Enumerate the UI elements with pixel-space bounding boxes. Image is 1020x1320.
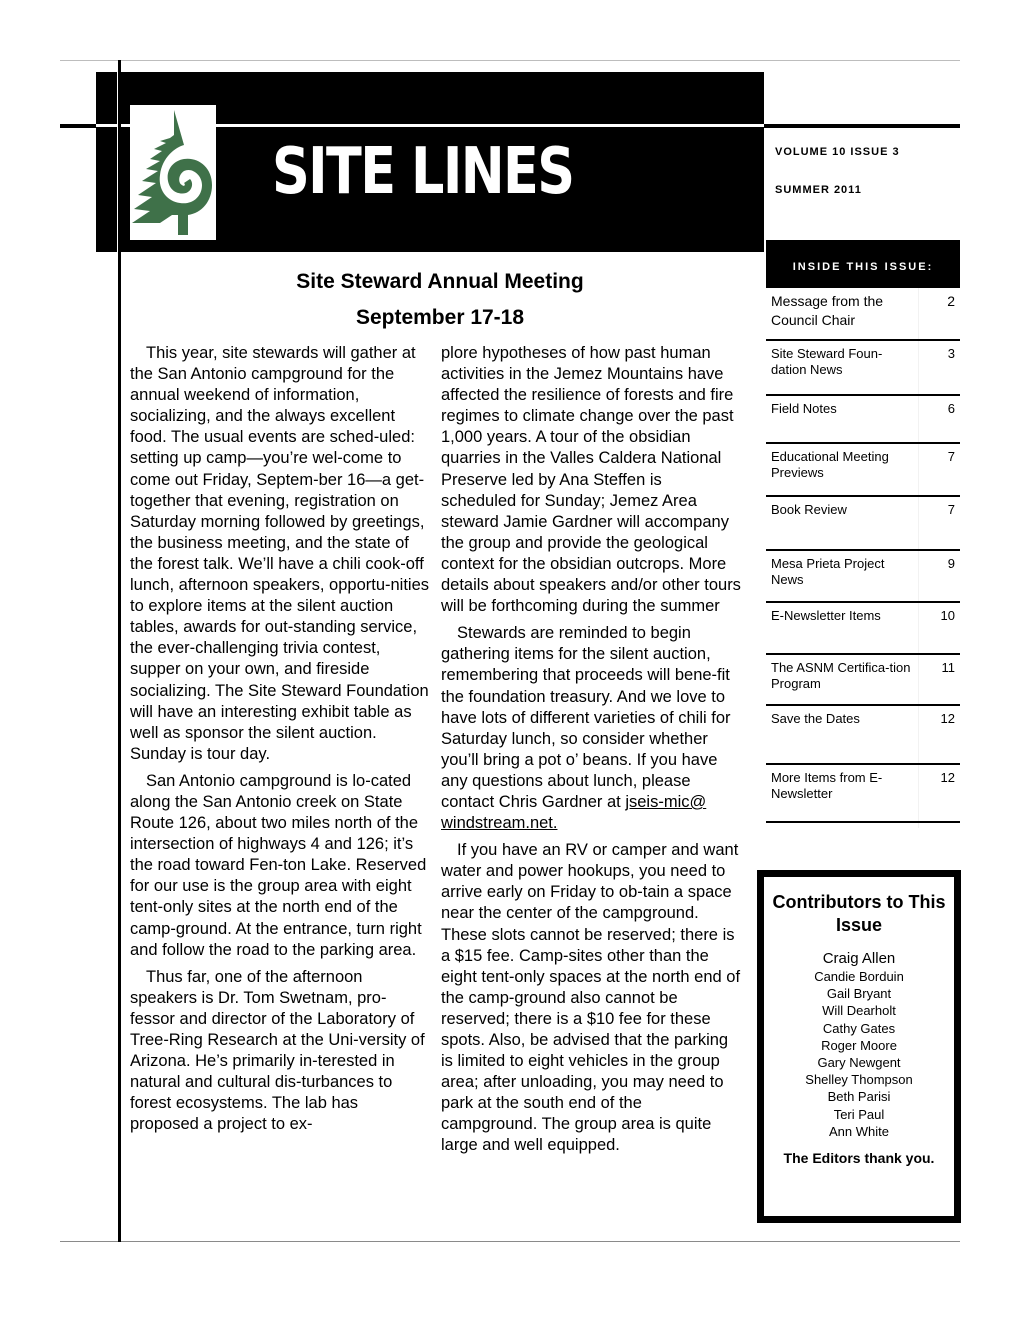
inside-this-issue-header: INSIDE THIS ISSUE:: [766, 240, 960, 288]
paragraph: plore hypotheses of how past human activ…: [441, 344, 741, 616]
toc-item-label: E-Newsletter Items: [771, 608, 881, 623]
contributor-name: Craig Allen: [822, 950, 896, 967]
editors-thanks: The Editors thank you.: [783, 1150, 935, 1167]
contributors-box: Contributors to This Issue Craig Allen C…: [757, 870, 961, 1223]
toc-item-page: 12: [940, 711, 955, 726]
issue-season: SUMMER 2011: [775, 184, 862, 196]
paragraph: San Antonio campground is lo-cated along…: [130, 771, 427, 959]
paragraph-text: Stewards are reminded to begin gathering…: [441, 624, 731, 811]
top-rule: [60, 60, 960, 61]
left-margin-rule: [118, 60, 121, 1242]
right-accent-rule: [764, 124, 960, 128]
toc-item-page: 6: [947, 401, 955, 416]
newsletter-title: SITE LINES: [272, 135, 575, 209]
contributor-name: Shelley Thompson: [805, 1072, 913, 1088]
paragraph: Stewards are reminded to begin gathering…: [441, 623, 741, 834]
contributor-name: Beth Parisi: [827, 1089, 891, 1105]
toc-item-label: Mesa Prieta Project News: [771, 556, 885, 587]
toc-item[interactable]: Mesa Prieta Project News 9: [766, 551, 960, 603]
contributors-list: Craig Allen Candie Borduin Gail Bryant W…: [764, 949, 954, 1140]
paragraph: This year, site stewards will gather at …: [130, 344, 430, 763]
paragraph: Thus far, one of the afternoon speakers …: [130, 967, 425, 1134]
paragraph: If you have an RV or camper and want wat…: [441, 841, 741, 1155]
toc-item-label: Book Review: [771, 502, 847, 517]
toc-item[interactable]: Message from the Council Chair 2: [766, 288, 960, 341]
toc-item-label: More Items from E-Newsletter: [771, 770, 883, 801]
toc-item-page: 9: [947, 556, 955, 571]
toc-item[interactable]: Site Steward Foun-dation News 3: [766, 341, 960, 396]
toc-item[interactable]: E-Newsletter Items 10: [766, 603, 960, 655]
contributor-name: Gail Bryant: [826, 986, 892, 1002]
contributor-name: Candie Borduin: [814, 969, 904, 984]
left-accent-rule: [60, 124, 96, 128]
toc-item[interactable]: The ASNM Certifica-tion Program 11: [766, 655, 960, 706]
volume-issue: VOLUME 10 ISSUE 3: [775, 146, 900, 158]
toc-item[interactable]: Educational Meeting Previews 7: [766, 444, 960, 497]
table-of-contents: Message from the Council Chair 2 Site St…: [766, 288, 960, 828]
toc-item-label: Site Steward Foun-dation News: [771, 346, 883, 377]
toc-item-label: The ASNM Certifica-tion Program: [771, 660, 911, 691]
contributors-title: Contributors to This Issue: [772, 892, 946, 935]
toc-item[interactable]: Save the Dates 12: [766, 706, 960, 765]
article-column-1: This year, site stewards will gather at …: [130, 343, 430, 1141]
contributor-name: Teri Paul: [833, 1106, 885, 1122]
article-subhead: September 17-18: [355, 306, 525, 329]
contributor-name: Roger Moore: [821, 1037, 897, 1053]
article-headline: Site Steward Annual Meeting: [296, 270, 584, 293]
article-column-2: plore hypotheses of how past human activ…: [441, 343, 741, 1163]
toc-item-page: 2: [947, 293, 955, 309]
tree-spiral-logo-icon: [130, 105, 216, 240]
toc-item[interactable]: Book Review 7: [766, 497, 960, 551]
toc-item[interactable]: Field Notes 6: [766, 396, 960, 444]
toc-item-page: 11: [941, 660, 956, 675]
toc-item-label: Save the Dates: [771, 711, 860, 726]
toc-item-page: 3: [947, 346, 955, 361]
toc-item-page: 10: [940, 608, 955, 623]
contributor-name: Will Dearholt: [822, 1003, 896, 1019]
toc-item[interactable]: More Items from E-Newsletter 12: [766, 765, 960, 823]
contributor-name: Gary Newgent: [817, 1055, 901, 1071]
bottom-rule: [60, 1241, 960, 1242]
toc-item-page: 12: [940, 770, 955, 785]
toc-item-label: Field Notes: [771, 401, 837, 416]
toc-item-label: Message from the Council Chair: [771, 293, 884, 328]
toc-item-page: 7: [947, 502, 955, 517]
toc-item-page: 7: [947, 449, 955, 464]
toc-item-label: Educational Meeting Previews: [771, 449, 889, 480]
contributor-name: Ann White: [829, 1123, 889, 1139]
contributor-name: Cathy Gates: [822, 1020, 896, 1036]
